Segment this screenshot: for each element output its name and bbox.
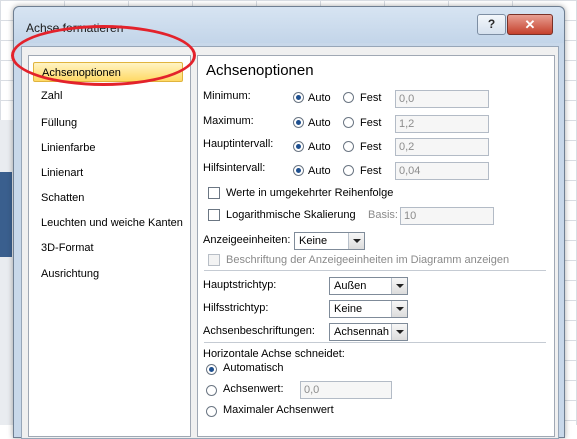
separator (204, 270, 546, 271)
cross-max-radio[interactable] (206, 406, 217, 417)
display-units-select[interactable]: Keine (294, 232, 365, 250)
chevron-down-icon (391, 278, 407, 294)
chevron-down-icon (391, 324, 407, 340)
separator (204, 342, 546, 343)
cross-max-label: Maximaler Achsenwert (223, 404, 334, 416)
nav-item-schatten[interactable]: Schatten (41, 188, 84, 208)
cross-value-label: Achsenwert: (223, 383, 284, 395)
maximum-label: Maximum: (203, 115, 254, 127)
nav-item-leuchten[interactable]: Leuchten und weiche Kanten (41, 213, 183, 233)
minor-unit-field[interactable]: 0,04 (395, 162, 489, 180)
major-tick-value: Außen (334, 280, 367, 292)
minor-unit-fixed-label: Fest (360, 165, 382, 177)
minimum-auto-radio[interactable] (293, 92, 304, 103)
dialog-client: Achsenoptionen Zahl Füllung Linienfarbe … (21, 46, 559, 439)
nav-item-linienart[interactable]: Linienart (41, 163, 83, 183)
log-scale-label: Logarithmische Skalierung (226, 209, 356, 221)
cross-value-field[interactable]: 0,0 (300, 381, 392, 399)
cross-heading: Horizontale Achse schneidet: (203, 348, 345, 360)
maximum-auto-radio[interactable] (293, 117, 304, 128)
major-unit-fixed-radio[interactable] (343, 141, 354, 152)
basis-field[interactable]: 10 (400, 207, 494, 225)
major-unit-auto-label: Auto (308, 141, 331, 153)
major-tick-select[interactable]: Außen (329, 277, 408, 295)
chevron-down-icon (391, 301, 407, 317)
minimum-auto-label: Auto (308, 92, 331, 104)
minor-tick-label: Hilfsstrichtyp: (203, 302, 269, 314)
maximum-auto-label: Auto (308, 117, 331, 129)
major-tick-label: Hauptstrichtyp: (203, 279, 277, 291)
minor-tick-value: Keine (334, 303, 363, 315)
major-unit-field[interactable]: 0,2 (395, 138, 489, 156)
basis-label: Basis: (368, 209, 398, 221)
reverse-order-checkbox[interactable] (208, 187, 220, 199)
minor-unit-auto-label: Auto (308, 165, 331, 177)
maximum-field[interactable]: 1,2 (395, 115, 489, 133)
chevron-down-icon (348, 233, 364, 249)
help-button[interactable]: ? (477, 14, 506, 35)
display-units-label: Anzeigeeinheiten: (203, 234, 291, 246)
major-unit-auto-radio[interactable] (293, 141, 304, 152)
close-button[interactable]: ✕ (507, 14, 553, 35)
maximum-fixed-label: Fest (360, 117, 382, 129)
nav-item-3d-format[interactable]: 3D-Format (41, 238, 94, 258)
display-units-value: Keine (299, 235, 328, 247)
minimum-fixed-radio[interactable] (343, 92, 354, 103)
major-unit-label: Hauptintervall: (203, 138, 274, 150)
minimum-field[interactable]: 0,0 (395, 90, 489, 108)
minimum-fixed-label: Fest (360, 92, 382, 104)
minimum-label: Minimum: (203, 90, 251, 102)
chart-fragment (0, 172, 12, 257)
cross-auto-label: Automatisch (223, 362, 284, 374)
panel-heading: Achsenoptionen (206, 62, 314, 79)
highlight-ellipse (11, 25, 196, 86)
log-scale-checkbox[interactable] (208, 209, 220, 221)
reverse-order-label: Werte in umgekehrter Reihenfolge (226, 187, 394, 199)
display-units-caption-checkbox[interactable] (208, 254, 220, 266)
minor-unit-label: Hilfsintervall: (203, 162, 266, 174)
category-list: Achsenoptionen Zahl Füllung Linienfarbe … (28, 55, 191, 437)
maximum-fixed-radio[interactable] (343, 117, 354, 128)
options-panel: Achsenoptionen Minimum: Auto Fest 0,0 Ma… (197, 55, 555, 437)
minor-tick-select[interactable]: Keine (329, 300, 408, 318)
nav-item-ausrichtung[interactable]: Ausrichtung (41, 264, 99, 284)
nav-item-linienfarbe[interactable]: Linienfarbe (41, 138, 95, 158)
nav-item-zahl[interactable]: Zahl (41, 86, 62, 106)
nav-item-fuellung[interactable]: Füllung (41, 113, 77, 133)
minor-unit-auto-radio[interactable] (293, 165, 304, 176)
cross-auto-radio[interactable] (206, 364, 217, 375)
axis-labels-select[interactable]: Achsennah (329, 323, 408, 341)
axis-labels-label: Achsenbeschriftungen: (203, 325, 315, 337)
major-unit-fixed-label: Fest (360, 141, 382, 153)
minor-unit-fixed-radio[interactable] (343, 165, 354, 176)
axis-labels-value: Achsennah (334, 326, 390, 338)
display-units-caption-label: Beschriftung der Anzeigeeinheiten im Dia… (226, 254, 510, 266)
cross-value-radio[interactable] (206, 385, 217, 396)
